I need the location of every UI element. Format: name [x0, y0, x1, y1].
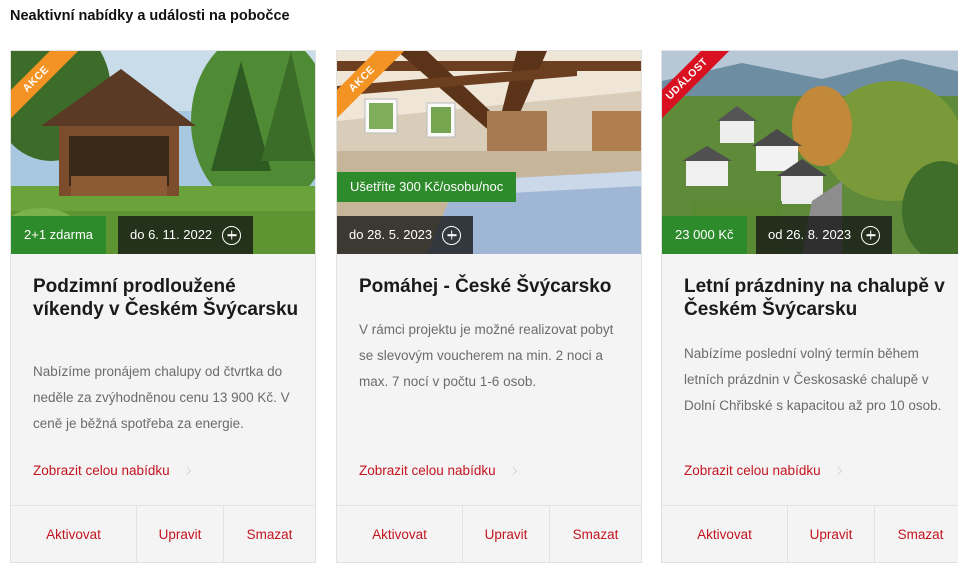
- chevron-right-icon: [833, 466, 842, 475]
- offer-description: V rámci projektu je možné realizovat pob…: [359, 322, 614, 389]
- offer-description: Nabízíme pronájem chalupy od čtvrtka do …: [33, 364, 290, 431]
- chevron-right-icon: [508, 466, 517, 475]
- edit-button[interactable]: Upravit: [137, 506, 224, 563]
- event-title[interactable]: Letní prázdniny na chalupě v Českém Švýc…: [684, 275, 950, 321]
- event-card: UDÁLOST 23 000 Kč od 26. 8. 2023 Letní p…: [661, 50, 958, 563]
- activate-button[interactable]: Aktivovat: [11, 506, 137, 563]
- promo-ribbon: AKCE: [337, 51, 408, 125]
- date-tag-text: do 28. 5. 2023: [349, 227, 433, 242]
- add-circle-icon[interactable]: [442, 225, 462, 245]
- delete-button[interactable]: Smazat: [875, 506, 958, 563]
- date-tag-text: do 6. 11. 2022: [130, 227, 213, 242]
- offer-title[interactable]: Pomáhej - České Švýcarsko: [359, 275, 625, 298]
- card-actions: Aktivovat Upravit Smazat: [662, 505, 958, 563]
- date-tag: do 28. 5. 2023: [337, 216, 474, 254]
- add-circle-icon[interactable]: [222, 225, 242, 245]
- savings-tag: Ušetříte 300 Kč/osobu/noc: [337, 172, 517, 202]
- offer-card: AKCE Ušetříte 300 Kč/osobu/noc do 28. 5.…: [336, 50, 642, 563]
- promo-ribbon: AKCE: [11, 51, 82, 125]
- show-full-offer-link[interactable]: Zobrazit celou nabídku: [33, 463, 191, 478]
- delete-button[interactable]: Smazat: [550, 506, 641, 563]
- event-description: Nabízíme poslední volný termín během let…: [684, 346, 942, 413]
- edit-button[interactable]: Upravit: [788, 506, 875, 563]
- offer-title[interactable]: Podzimní prodloužené víkendy v Českém Šv…: [33, 275, 299, 321]
- activate-button[interactable]: Aktivovat: [337, 506, 463, 563]
- offer-photo-gazebo[interactable]: AKCE 2+1 zdarma do 6. 11. 2022: [11, 51, 315, 254]
- event-photo-village[interactable]: UDÁLOST 23 000 Kč od 26. 8. 2023: [662, 51, 958, 254]
- offer-photo-bedroom[interactable]: AKCE Ušetříte 300 Kč/osobu/noc do 28. 5.…: [337, 51, 641, 254]
- show-full-offer-label: Zobrazit celou nabídku: [684, 463, 821, 478]
- card-actions: Aktivovat Upravit Smazat: [337, 505, 641, 563]
- event-ribbon: UDÁLOST: [662, 51, 733, 125]
- show-full-offer-link[interactable]: Zobrazit celou nabídku: [684, 463, 842, 478]
- show-full-offer-link[interactable]: Zobrazit celou nabídku: [359, 463, 517, 478]
- show-full-offer-label: Zobrazit celou nabídku: [359, 463, 496, 478]
- edit-button[interactable]: Upravit: [463, 506, 550, 563]
- delete-button[interactable]: Smazat: [224, 506, 315, 563]
- show-full-offer-label: Zobrazit celou nabídku: [33, 463, 170, 478]
- add-circle-icon[interactable]: [861, 225, 881, 245]
- section-title: Neaktivní nabídky a události na pobočce: [10, 8, 290, 24]
- card-actions: Aktivovat Upravit Smazat: [11, 505, 315, 563]
- date-tag: od 26. 8. 2023: [756, 216, 893, 254]
- price-tag: 23 000 Kč: [662, 216, 747, 254]
- offer-cards: AKCE 2+1 zdarma do 6. 11. 2022 Podzimní …: [10, 50, 958, 563]
- date-tag-text: od 26. 8. 2023: [768, 227, 852, 242]
- promo-tag: 2+1 zdarma: [11, 216, 107, 254]
- date-tag: do 6. 11. 2022: [118, 216, 254, 254]
- chevron-right-icon: [182, 466, 191, 475]
- activate-button[interactable]: Aktivovat: [662, 506, 788, 563]
- offer-card: AKCE 2+1 zdarma do 6. 11. 2022 Podzimní …: [10, 50, 316, 563]
